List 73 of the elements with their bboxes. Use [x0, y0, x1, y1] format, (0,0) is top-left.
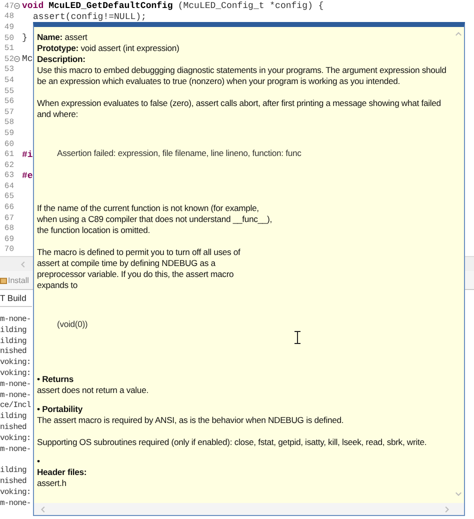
line-number: 53	[3, 65, 14, 74]
line-number: 66	[3, 203, 14, 212]
doc-heading: Description:	[37, 54, 86, 65]
doc-paragraph: The macro is defined to permit you to turn off all uses of assert at compile time by defining NDEBUG as a preprocessor variable. If you do this, the assert macro expands to	[37, 247, 240, 291]
line-number: 51	[3, 44, 14, 54]
console-title: T Build	[0, 290, 32, 307]
code-text: #e	[22, 170, 33, 181]
line-number: 63	[3, 171, 14, 180]
doc-example: (void(0))	[56, 319, 88, 330]
line-number: 50	[3, 34, 14, 43]
doc-section-title: •	[37, 456, 40, 467]
console-line: ilding	[0, 336, 26, 347]
console-line: m-none-	[0, 380, 31, 391]
line-number: 58	[3, 118, 14, 128]
code-text: assert(config!=NULL);	[33, 12, 146, 22]
doc-field: Prototype: void assert (int expression)	[37, 43, 180, 54]
line-number: 65	[3, 192, 14, 202]
console-line: ce/Incl	[0, 401, 31, 412]
console-line: nished	[0, 476, 26, 488]
doc-paragraph: assert does not return a value.	[37, 385, 148, 396]
doc-section-title: • Portability	[37, 404, 82, 415]
doc-heading: Header files:	[37, 467, 87, 478]
line-number: 57	[3, 108, 14, 117]
code-text: void	[22, 1, 44, 12]
line-number: 68	[3, 224, 14, 234]
collapse-icon[interactable]	[14, 3, 20, 10]
doc-paragraph: Supporting OS subroutines required (only if enabled): close, fstat, getpid, isatty, kill, lseek, read, sbrk, write.	[37, 437, 427, 448]
console-line: voking:	[0, 434, 31, 445]
line-number: 69	[3, 234, 14, 244]
doc-paragraph: When expression evaluates to false (zero), assert calls abort, after first printing a message showing what failed and where:	[37, 98, 442, 120]
console-line: voking:	[0, 358, 31, 369]
package-icon	[0, 276, 7, 284]
code-text: McuLED_GetDefaultConfig	[48, 1, 173, 12]
console-line: m-none-	[0, 498, 31, 510]
line-number: 48	[3, 12, 14, 22]
code-text: Mc	[22, 54, 33, 64]
line-number: 70	[3, 245, 14, 254]
line-number: 54	[3, 76, 14, 85]
doc-paragraph: assert.h	[37, 478, 66, 489]
console-line: voking:	[0, 368, 31, 380]
console-line: m-none-	[0, 390, 31, 401]
doc-field: Name: assert	[37, 32, 88, 43]
line-number: 47	[3, 2, 14, 11]
line-number: 59	[3, 128, 14, 138]
collapse-icon[interactable]	[14, 56, 20, 62]
doc-paragraph: If the name of the current function is not known (for example, when using a C89 compiler that does not understand __func__), the function location is omitted.	[37, 203, 272, 236]
code-text: }	[22, 33, 28, 44]
console-line: voking:	[0, 488, 31, 499]
line-number: 60	[3, 140, 14, 149]
console-line: m-none-	[0, 315, 31, 326]
code-text: (McuLED_Config_t *config) {	[178, 1, 324, 12]
panel-tab[interactable]: Install	[0, 276, 29, 284]
console-line: nished	[0, 347, 26, 358]
text-cursor-icon	[294, 331, 301, 344]
doc-example: Assertion failed: expression, file filename, line lineno, function: func	[56, 148, 302, 159]
line-number: 56	[3, 97, 14, 106]
line-number: 52	[3, 54, 14, 64]
console-line: nished	[0, 422, 26, 434]
horizontal-scrollbar[interactable]	[34, 503, 464, 515]
doc-paragraph: The assert macro is required by ANSI, as is the behavior when NDEBUG is defined.	[37, 415, 344, 426]
line-number: 62	[3, 160, 14, 170]
console-line: m-none-	[0, 444, 31, 456]
doc-section-title: • Returns	[37, 374, 74, 385]
console-line: ilding	[0, 466, 26, 477]
line-number: 49	[3, 22, 14, 32]
line-number: 67	[3, 214, 14, 223]
console-line: ilding	[0, 326, 26, 337]
doc-paragraph: Use this macro to embed debuggging diagnostic statements in your programs. The argument expression should be an expression which evaluates to true (nonzero) when your program is working as you intended.	[37, 65, 448, 87]
code-text: #i	[22, 150, 33, 160]
line-number: 61	[3, 150, 14, 160]
line-number: 55	[3, 86, 14, 96]
line-number: 64	[3, 182, 14, 191]
console-line: ilding	[0, 412, 26, 423]
